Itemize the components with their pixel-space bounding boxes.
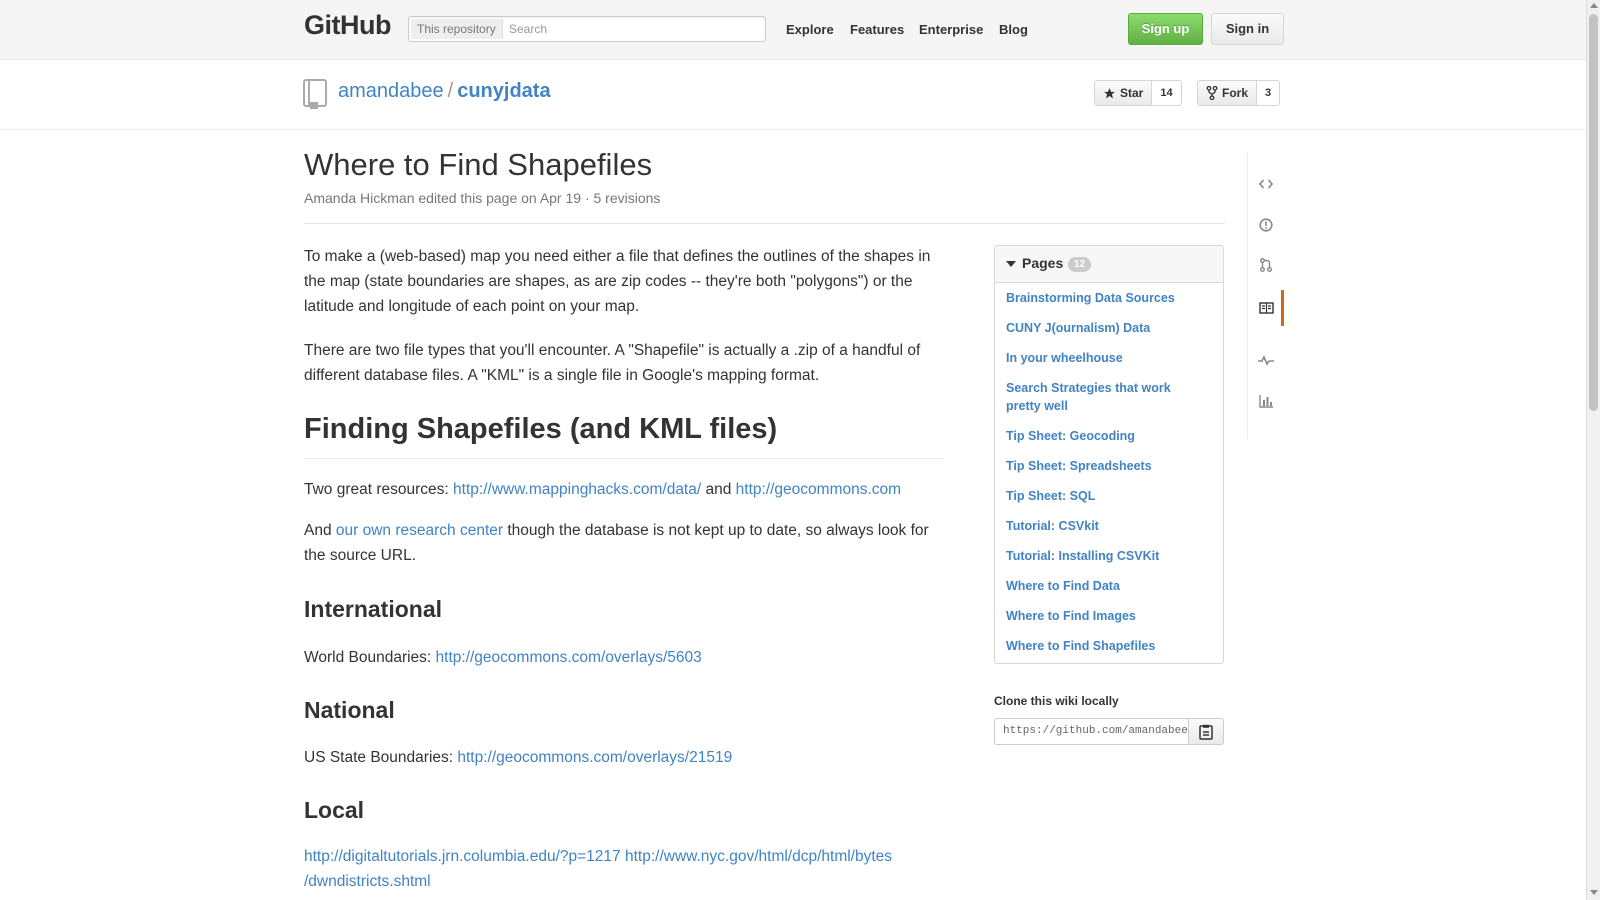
page-link[interactable]: Where to Find Images xyxy=(1006,607,1206,625)
issues-icon xyxy=(1259,218,1273,232)
pages-title: Pages xyxy=(1022,255,1064,271)
pull-requests-nav-item[interactable] xyxy=(1248,250,1284,280)
vertical-scrollbar[interactable] xyxy=(1586,0,1600,900)
nav-features[interactable]: Features xyxy=(850,22,904,37)
pulse-nav-item[interactable] xyxy=(1248,345,1284,375)
star-label: Star xyxy=(1120,86,1144,100)
scroll-down-icon[interactable] xyxy=(1590,890,1598,895)
clipboard-icon xyxy=(1199,724,1213,740)
world-boundaries-link[interactable]: http://geocommons.com/overlays/5603 xyxy=(436,649,702,666)
nyc-dcp-link-line2: /dwndistricts.shtml xyxy=(304,873,431,890)
us-prefix: US State Boundaries: xyxy=(304,749,458,766)
fork-icon xyxy=(1206,86,1218,100)
heading-international: International xyxy=(304,596,443,622)
paragraph-us-boundaries: US State Boundaries: http://geocommons.c… xyxy=(304,745,732,770)
fork-label: Fork xyxy=(1222,86,1249,100)
page-link[interactable]: Tip Sheet: Spreadsheets xyxy=(1006,457,1206,475)
page-link[interactable]: Tutorial: CSVkit xyxy=(1006,517,1206,535)
star-icon xyxy=(1104,87,1115,98)
page-link[interactable]: Tip Sheet: Geocoding xyxy=(1006,427,1206,445)
wiki-page-title: Where to Find Shapefiles xyxy=(304,147,653,182)
repo-separator: / xyxy=(447,80,454,102)
page-link[interactable]: Tip Sheet: SQL xyxy=(1006,487,1206,505)
heading-local: Local xyxy=(304,797,365,823)
page-link[interactable]: Where to Find Shapefiles xyxy=(1006,637,1206,655)
page-link[interactable]: Where to Find Data xyxy=(1006,577,1206,595)
heading-finding-shapefiles: Finding Shapefiles (and KML files) xyxy=(304,413,778,445)
star-button-group: Star 14 xyxy=(1094,80,1182,106)
scrollbar-thumb[interactable] xyxy=(1589,14,1598,411)
sign-in-button[interactable]: Sign in xyxy=(1211,13,1284,45)
page-link[interactable]: Tutorial: Installing CSVKit xyxy=(1006,547,1206,565)
github-logo[interactable]: GitHub xyxy=(304,10,391,41)
paragraph-world-boundaries: World Boundaries: http://geocommons.com/… xyxy=(304,645,702,670)
caret-down-icon xyxy=(1006,261,1016,267)
wiki-icon xyxy=(1258,302,1274,314)
heading-divider xyxy=(304,458,944,459)
pages-header[interactable]: Pages 12 xyxy=(995,246,1223,283)
pulse-icon xyxy=(1258,355,1274,366)
page: GitHub This repository Explore Features … xyxy=(0,0,1600,900)
paragraph-research-center: And our own research center though the d… xyxy=(304,518,954,568)
wiki-nav-item[interactable] xyxy=(1248,293,1284,323)
clone-label: Clone this wiki locally xyxy=(994,694,1119,708)
sign-up-button[interactable]: Sign up xyxy=(1128,13,1203,45)
geocommons-link[interactable]: http://geocommons.com xyxy=(736,481,901,498)
repo-title: amandabee / cunyjdata xyxy=(338,80,551,103)
fork-button-group: Fork 3 xyxy=(1197,80,1281,106)
page-link[interactable]: CUNY J(ournalism) Data xyxy=(1006,319,1206,337)
paragraph-file-types: There are two file types that you'll enc… xyxy=(304,342,921,384)
paragraph-resources: Two great resources: http://www.mappingh… xyxy=(304,477,964,502)
repo-book-icon xyxy=(302,78,328,115)
title-divider xyxy=(304,223,1225,224)
search-input[interactable] xyxy=(509,19,759,39)
scroll-up-icon[interactable] xyxy=(1590,3,1598,8)
site-header: GitHub This repository Explore Features … xyxy=(0,0,1586,60)
resources-prefix: Two great resources: xyxy=(304,481,454,498)
active-nav-indicator xyxy=(1281,290,1284,326)
clone-url-field[interactable]: https://github.com/amandabee/cunyjdata.w… xyxy=(994,718,1189,745)
pages-box: Pages 12 Brainstorming Data Sources CUNY… xyxy=(994,245,1224,664)
copy-clone-url-button[interactable] xyxy=(1188,718,1224,745)
nav-explore[interactable]: Explore xyxy=(786,22,834,37)
pull-requests-icon xyxy=(1260,258,1272,272)
code-nav-item[interactable] xyxy=(1248,169,1284,199)
star-button[interactable]: Star xyxy=(1095,81,1153,105)
repo-header: amandabee / cunyjdata Star 14 Fork 3 xyxy=(0,60,1586,130)
repo-name-link[interactable]: cunyjdata xyxy=(457,80,550,102)
page-link[interactable]: Brainstorming Data Sources xyxy=(1006,289,1206,307)
mappinghacks-link[interactable]: http://www.mappinghacks.com/data/ xyxy=(453,481,701,498)
world-prefix: World Boundaries: xyxy=(304,649,436,666)
fork-count[interactable]: 3 xyxy=(1257,81,1280,105)
fork-button[interactable]: Fork xyxy=(1198,81,1258,105)
search-scope-badge: This repository xyxy=(411,19,503,39)
heading-national: National xyxy=(304,697,395,723)
code-icon xyxy=(1259,179,1273,189)
graphs-nav-item[interactable] xyxy=(1248,386,1284,416)
page-link[interactable]: Search Strategies that work pretty well xyxy=(1006,379,1206,415)
nav-enterprise[interactable]: Enterprise xyxy=(919,22,983,37)
star-count[interactable]: 14 xyxy=(1152,81,1181,105)
nyc-dcp-link-line1: http://www.nyc.gov/html/dcp/html/bytes xyxy=(624,848,893,865)
repo-owner-link[interactable]: amandabee xyxy=(338,80,444,102)
resources-and: and xyxy=(701,481,736,498)
nav-blog[interactable]: Blog xyxy=(999,22,1028,37)
page-link[interactable]: In your wheelhouse xyxy=(1006,349,1206,367)
search-box[interactable]: This repository xyxy=(408,16,766,42)
wiki-page-meta: Amanda Hickman edited this page on Apr 1… xyxy=(304,190,661,206)
repo-vertical-nav xyxy=(1247,152,1284,439)
paragraph-local-links: http://digitaltutorials.jrn.columbia.edu… xyxy=(304,844,964,894)
us-boundaries-link[interactable]: http://geocommons.com/overlays/21519 xyxy=(457,749,732,766)
columbia-tutorial-link[interactable]: http://digitaltutorials.jrn.columbia.edu… xyxy=(304,848,621,865)
graphs-icon xyxy=(1258,395,1273,408)
issues-nav-item[interactable] xyxy=(1248,210,1284,240)
paragraph-intro: To make a (web-based) map you need eithe… xyxy=(304,248,931,315)
research-prefix: And xyxy=(304,522,336,539)
research-center-link[interactable]: our own research center xyxy=(336,522,503,539)
pages-count-badge: 12 xyxy=(1068,257,1092,272)
